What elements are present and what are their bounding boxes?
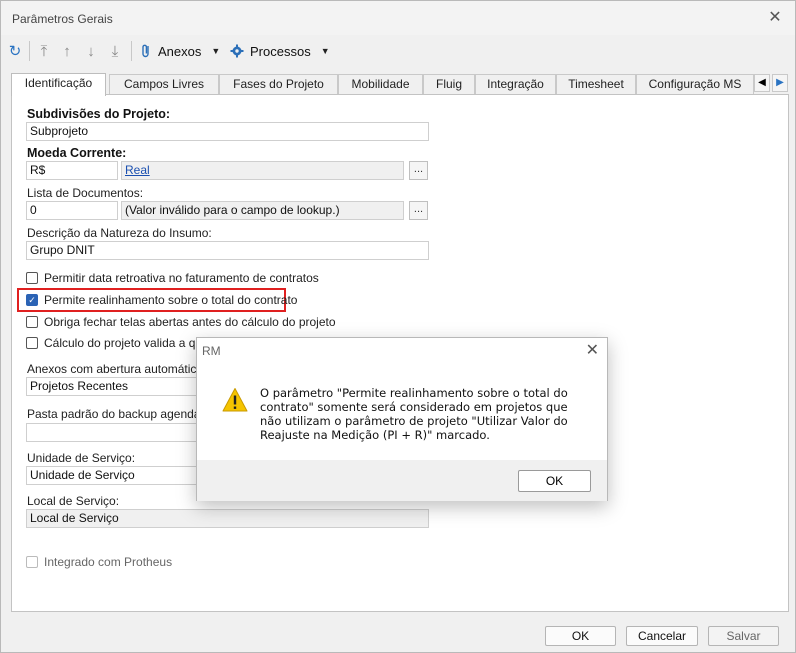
processos-label: Processos — [250, 43, 311, 59]
tab-identificacao[interactable]: Identificação — [11, 73, 106, 96]
tab-scroll-left-icon[interactable]: ◀ — [754, 74, 770, 92]
realinhamento-checkbox-row[interactable]: ✓ Permite realinhamento sobre o total do… — [26, 291, 297, 309]
dialog-footer: OK — [197, 460, 607, 501]
move-first-icon[interactable]: ⤒ — [34, 40, 54, 62]
unidade-servico-label: Unidade de Serviço: — [27, 451, 136, 465]
fechar-telas-checkbox-row[interactable]: Obriga fechar telas abertas antes do cál… — [26, 313, 336, 331]
save-button: Salvar — [708, 626, 779, 646]
tab-scroll-right-icon[interactable]: ▶ — [772, 74, 788, 92]
rm-alert-dialog: RM ✕ O parâmetro "Permite realinhamento … — [196, 337, 608, 501]
tab-timesheet[interactable]: Timesheet — [556, 74, 636, 95]
move-last-icon[interactable]: ⤓ — [105, 40, 125, 62]
window-title: Parâmetros Gerais — [12, 12, 113, 26]
descricao-input[interactable]: Grupo DNIT — [26, 241, 429, 260]
warning-icon — [222, 388, 248, 412]
gear-icon — [230, 44, 244, 58]
tab-strip: Identificação Campos Livres Fases do Pro… — [11, 73, 793, 96]
dialog-message: O parâmetro "Permite realinhamento sobre… — [260, 386, 568, 442]
close-icon[interactable]: ✕ — [763, 7, 787, 29]
tab-configuracao-ms[interactable]: Configuração MS — [636, 74, 754, 95]
moeda-lookup-button[interactable]: ... — [409, 161, 428, 180]
paperclip-icon — [142, 44, 149, 58]
cancel-button[interactable]: Cancelar — [626, 626, 698, 646]
title-bar: Parâmetros Gerais ✕ — [1, 1, 795, 35]
lista-docs-desc: (Valor inválido para o campo de lookup.) — [121, 201, 404, 220]
chevron-down-icon: ▼ — [320, 46, 330, 56]
realinhamento-checkbox[interactable]: ✓ — [26, 294, 38, 306]
moeda-name-link[interactable]: Real — [121, 161, 404, 180]
parametros-gerais-window: Parâmetros Gerais ✕ ↻ ⤒ ↑ ↓ ⤓ Anexos ▼ P… — [0, 0, 796, 653]
calculo-checkbox-row[interactable]: Cálculo do projeto valida a quan — [26, 334, 215, 352]
chevron-down-icon: ▼ — [211, 46, 221, 56]
processos-menu-button[interactable]: Processos ▼ — [230, 40, 330, 62]
toolbar: ↻ ⤒ ↑ ↓ ⤓ Anexos ▼ Processos ▼ — [1, 35, 795, 67]
move-down-icon[interactable]: ↓ — [81, 40, 101, 62]
lista-docs-label: Lista de Documentos: — [27, 186, 144, 200]
calculo-checkbox[interactable] — [26, 337, 38, 349]
tab-fases-do-projeto[interactable]: Fases do Projeto — [219, 74, 338, 95]
tab-mobilidade[interactable]: Mobilidade — [338, 74, 423, 95]
anexos-abertura-label: Anexos com abertura automática na — [27, 362, 220, 376]
fechar-telas-checkbox[interactable] — [26, 316, 38, 328]
dialog-ok-button[interactable]: OK — [518, 470, 591, 492]
move-up-icon[interactable]: ↑ — [57, 40, 77, 62]
protheus-checkbox-row: Integrado com Protheus — [26, 553, 172, 571]
subdivisoes-label: Subdivisões do Projeto: — [27, 107, 171, 121]
dialog-title: RM — [202, 344, 221, 358]
refresh-icon[interactable]: ↻ — [5, 40, 25, 62]
retroativa-checkbox[interactable] — [26, 272, 38, 284]
subdivisoes-input[interactable]: Subprojeto — [26, 122, 429, 141]
retroativa-label: Permitir data retroativa no faturamento … — [44, 271, 319, 285]
protheus-checkbox — [26, 556, 38, 568]
moeda-code-input[interactable]: R$ — [26, 161, 118, 180]
dialog-close-icon[interactable]: ✕ — [586, 340, 599, 360]
fechar-telas-label: Obriga fechar telas abertas antes do cál… — [44, 315, 336, 329]
local-servico-input[interactable]: Local de Serviço — [26, 509, 429, 528]
retroativa-checkbox-row[interactable]: Permitir data retroativa no faturamento … — [26, 269, 319, 287]
pasta-backup-label: Pasta padrão do backup agendado: — [27, 407, 218, 421]
tab-campos-livres[interactable]: Campos Livres — [109, 74, 219, 95]
local-servico-label: Local de Serviço: — [27, 494, 120, 508]
lista-docs-code-input[interactable]: 0 — [26, 201, 118, 220]
protheus-label: Integrado com Protheus — [44, 555, 173, 569]
calculo-label: Cálculo do projeto valida a quan — [44, 336, 216, 350]
anexos-label: Anexos — [158, 43, 202, 59]
toolbar-divider — [29, 41, 30, 61]
tab-fluig[interactable]: Fluig — [423, 74, 475, 95]
descricao-label: Descrição da Natureza do Insumo: — [27, 226, 212, 240]
toolbar-divider — [131, 41, 132, 61]
lista-docs-lookup-button[interactable]: ... — [409, 201, 428, 220]
moeda-label: Moeda Corrente: — [27, 146, 127, 160]
tab-integracao[interactable]: Integração — [475, 74, 556, 95]
realinhamento-label: Permite realinhamento sobre o total do c… — [44, 293, 298, 307]
ok-button[interactable]: OK — [545, 626, 616, 646]
anexos-menu-button[interactable]: Anexos ▼ — [140, 40, 220, 62]
